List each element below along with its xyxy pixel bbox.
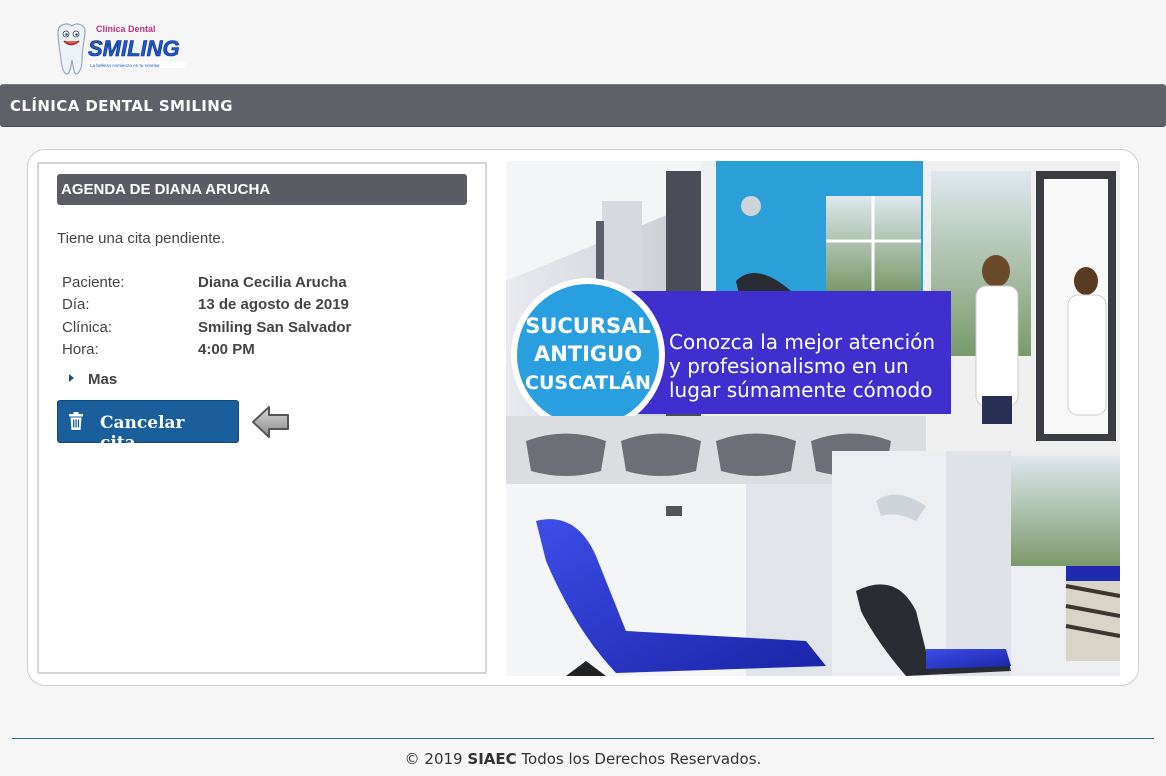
main-container: AGENDA DE DIANA ARUCHA Tiene una cita pe… (27, 149, 1139, 686)
banner-line-1: Conozca la mejor atención (669, 330, 935, 354)
footer-rights: Todos los Derechos Reservados. (521, 750, 762, 768)
badge-line-3: CUSCATLÁN (525, 371, 651, 394)
arrow-left-icon (252, 406, 289, 438)
agenda-header: AGENDA DE DIANA ARUCHA (57, 174, 467, 205)
more-toggle[interactable]: Mas (69, 371, 117, 388)
detail-row-day: Día: 13 de agosto de 2019 (62, 296, 442, 318)
trash-icon (69, 412, 83, 430)
title-bar: CLÍNICA DENTAL SMILING (0, 84, 1166, 127)
more-label: Mas (88, 371, 118, 388)
logo-top-text: Clínica Dental (96, 24, 156, 34)
caret-right-icon (69, 374, 74, 382)
detail-value: 4:00 PM (198, 341, 255, 359)
detail-value: Diana Cecilia Arucha (198, 274, 347, 291)
detail-label: Paciente: (62, 274, 125, 291)
pending-message: Tiene una cita pendiente. (57, 230, 225, 247)
detail-value: Smiling San Salvador (198, 318, 352, 336)
agenda-title: AGENDA DE DIANA ARUCHA (61, 181, 271, 198)
detail-value: 13 de agosto de 2019 (198, 296, 349, 314)
badge-line-1: SUCURSAL (525, 314, 651, 338)
detail-label: Clínica: (62, 318, 113, 336)
clinic-logo: Clínica Dental SMILING La belleza comien… (52, 20, 188, 78)
footer-copyright: © 2019 (404, 750, 463, 768)
appointment-details: Paciente: Diana Cecilia Arucha Día: 13 d… (62, 274, 442, 364)
promo-image: Conozca la mejor atención y profesionali… (506, 161, 1120, 676)
logo-brand: SMILING (88, 36, 180, 61)
cancel-appointment-button[interactable]: Cancelar cita (57, 400, 239, 453)
detail-label: Día: (62, 296, 90, 314)
detail-row-time: Hora: 4:00 PM (62, 341, 442, 363)
detail-label: Hora: (62, 341, 99, 359)
banner-line-2: y profesionalismo en un (669, 354, 909, 378)
badge-line-2: ANTIGUO (534, 342, 642, 366)
footer: © 2019 SIAEC Todos los Derechos Reservad… (0, 750, 1166, 768)
banner-line-3: lugar súmamente cómodo (669, 378, 932, 402)
cancel-label: Cancelar cita (100, 413, 185, 453)
logo-tagline: La belleza comienza en tu sonrisa (90, 63, 160, 68)
page-title: CLÍNICA DENTAL SMILING (10, 97, 233, 115)
agenda-panel: AGENDA DE DIANA ARUCHA Tiene una cita pe… (37, 162, 487, 674)
detail-row-patient: Paciente: Diana Cecilia Arucha (62, 274, 442, 296)
detail-row-clinic: Clínica: Smiling San Salvador (62, 319, 442, 341)
footer-divider (12, 738, 1154, 739)
footer-company: SIAEC (467, 750, 517, 768)
